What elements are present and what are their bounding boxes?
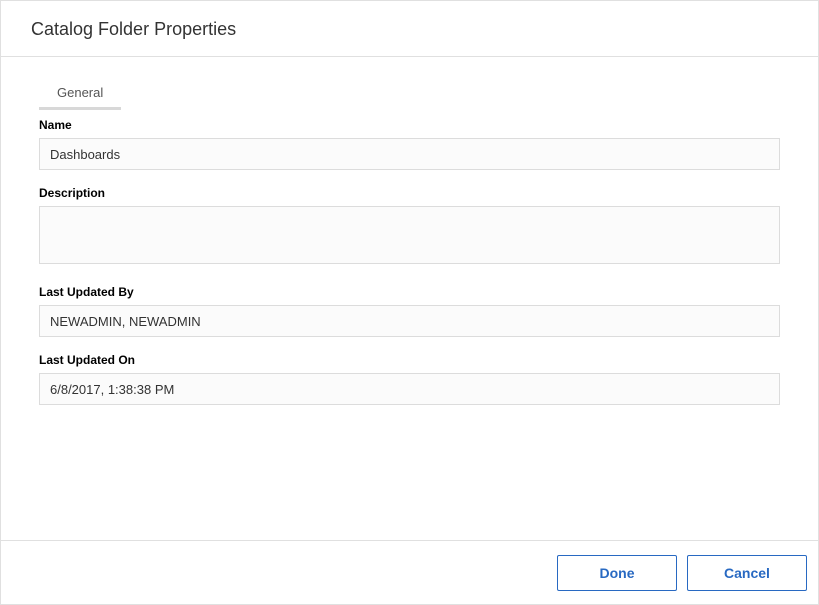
name-label: Name [39,118,780,132]
cancel-button[interactable]: Cancel [687,555,807,591]
updated-by-label: Last Updated By [39,285,780,299]
updated-on-input[interactable] [39,373,780,405]
description-label: Description [39,186,780,200]
tab-general[interactable]: General [39,77,121,110]
dialog-header: Catalog Folder Properties [1,1,818,57]
dialog-content: General Name Description Last Updated By… [1,57,818,405]
name-group: Name [39,118,780,170]
dialog-footer: Done Cancel [0,540,819,605]
updated-on-label: Last Updated On [39,353,780,367]
description-group: Description [39,186,780,269]
updated-by-group: Last Updated By [39,285,780,337]
description-input[interactable] [39,206,780,264]
updated-on-group: Last Updated On [39,353,780,405]
done-button[interactable]: Done [557,555,677,591]
name-input[interactable] [39,138,780,170]
updated-by-input[interactable] [39,305,780,337]
dialog-title: Catalog Folder Properties [31,19,788,40]
tab-row: General [39,77,780,110]
